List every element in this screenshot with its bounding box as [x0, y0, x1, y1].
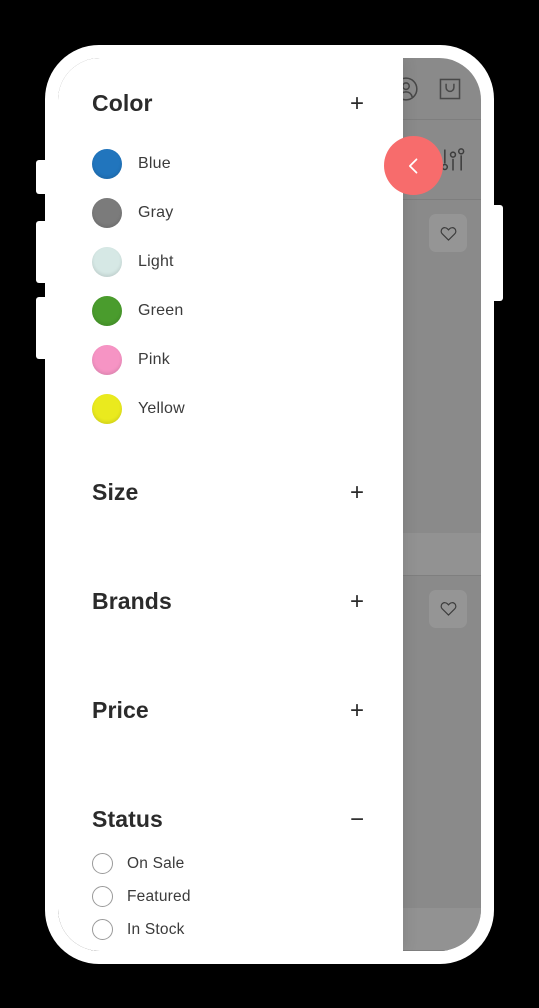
- filter-drawer: Color + Blue Gray Light Green Pink Yello…: [58, 58, 403, 951]
- color-swatch[interactable]: [92, 148, 122, 179]
- phone-silent-switch[interactable]: [36, 160, 46, 194]
- color-label: Green: [138, 301, 184, 319]
- section-title: Price: [92, 697, 149, 723]
- color-swatch[interactable]: [92, 246, 122, 277]
- heart-icon: [440, 226, 456, 241]
- color-label: Yellow: [138, 399, 185, 417]
- color-swatch[interactable]: [92, 393, 122, 424]
- color-option-light[interactable]: Light: [92, 237, 369, 286]
- filter-section-brands[interactable]: Brands +: [92, 588, 369, 615]
- radio-button[interactable]: [92, 853, 113, 874]
- chevron-left-icon: [408, 157, 417, 174]
- status-option-in-stock[interactable]: In Stock: [92, 913, 369, 946]
- section-toggle-icon[interactable]: −: [345, 807, 369, 832]
- color-swatch[interactable]: [92, 344, 122, 375]
- status-option-list: On Sale Featured In Stock On Backorder: [92, 847, 369, 951]
- filter-section-status[interactable]: Status −: [92, 806, 369, 833]
- color-swatch[interactable]: [92, 295, 122, 326]
- status-option-on-sale[interactable]: On Sale: [92, 847, 369, 880]
- status-option-on-backorder[interactable]: On Backorder: [92, 946, 369, 951]
- color-label: Gray: [138, 203, 174, 221]
- status-option-featured[interactable]: Featured: [92, 880, 369, 913]
- favorite-button[interactable]: [429, 589, 467, 628]
- section-toggle-icon[interactable]: +: [345, 91, 369, 116]
- color-label: Light: [138, 252, 174, 270]
- favorite-button[interactable]: [429, 214, 467, 252]
- section-title: Size: [92, 479, 139, 505]
- radio-button[interactable]: [92, 919, 113, 940]
- screenshot-stage: t by: [0, 0, 539, 1008]
- color-option-gray[interactable]: Gray: [92, 188, 369, 237]
- section-title: Color: [92, 90, 153, 116]
- phone-device-frame: t by: [36, 45, 503, 964]
- phone-screen: t by: [58, 58, 481, 951]
- shopping-bag-icon[interactable]: [437, 76, 463, 102]
- color-option-pink[interactable]: Pink: [92, 335, 369, 384]
- color-label: Blue: [138, 154, 171, 172]
- filter-section-size[interactable]: Size +: [92, 479, 369, 506]
- color-option-blue[interactable]: Blue: [92, 139, 369, 188]
- filter-section-color[interactable]: Color +: [92, 90, 369, 117]
- color-option-list: Blue Gray Light Green Pink Yellow: [92, 139, 369, 433]
- status-label: On Sale: [127, 854, 185, 872]
- status-label: Featured: [127, 887, 191, 905]
- color-swatch[interactable]: [92, 197, 122, 228]
- section-title: Status: [92, 806, 163, 832]
- phone-volume-down-button[interactable]: [36, 297, 46, 359]
- section-toggle-icon[interactable]: +: [345, 698, 369, 723]
- color-label: Pink: [138, 350, 170, 368]
- section-toggle-icon[interactable]: +: [345, 480, 369, 505]
- radio-button[interactable]: [92, 886, 113, 907]
- sliders-icon[interactable]: [439, 146, 467, 174]
- filter-section-price[interactable]: Price +: [92, 697, 369, 724]
- section-title: Brands: [92, 588, 172, 614]
- color-option-green[interactable]: Green: [92, 286, 369, 335]
- heart-icon: [440, 602, 456, 616]
- color-option-yellow[interactable]: Yellow: [92, 384, 369, 433]
- phone-power-button[interactable]: [493, 205, 503, 301]
- phone-volume-up-button[interactable]: [36, 221, 46, 283]
- status-label: In Stock: [127, 920, 185, 938]
- close-filter-drawer-button[interactable]: [384, 136, 443, 195]
- section-toggle-icon[interactable]: +: [345, 589, 369, 614]
